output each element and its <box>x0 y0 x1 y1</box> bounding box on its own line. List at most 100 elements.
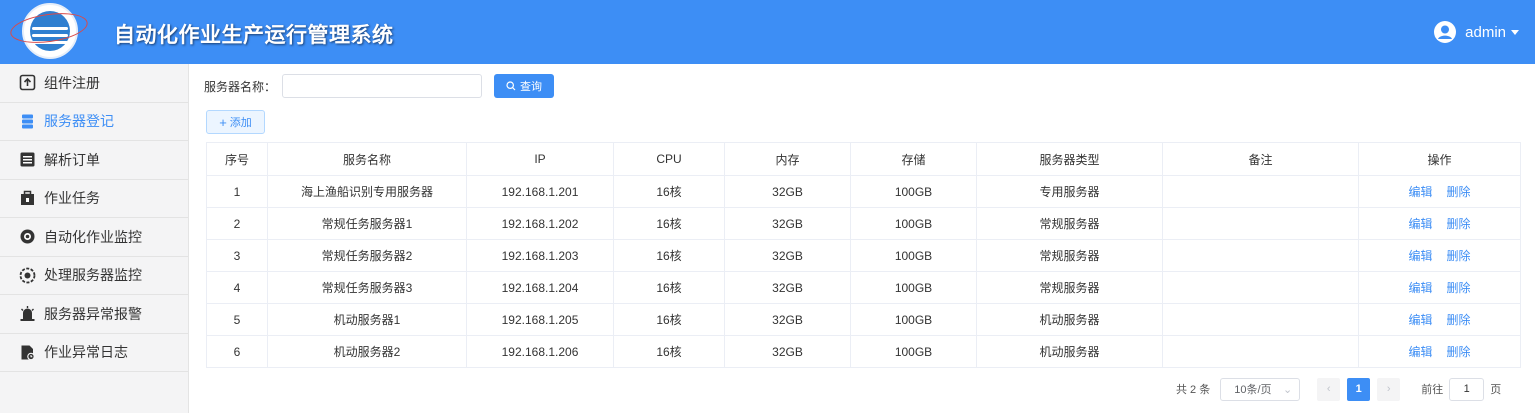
column-header: 序号 <box>206 142 268 176</box>
page-size-select[interactable]: 10条/页 ⌄ <box>1220 377 1301 401</box>
cell-index: 4 <box>206 271 268 304</box>
cell-service-name: 机动服务器2 <box>267 335 467 368</box>
cell-remark <box>1162 303 1359 336</box>
cell-server-type: 机动服务器 <box>976 303 1163 336</box>
page-number-current[interactable]: 1 <box>1347 377 1371 401</box>
delete-link[interactable]: 删除 <box>1447 185 1471 199</box>
sidebar-item-label: 作业异常日志 <box>44 344 128 361</box>
column-header: 存储 <box>850 142 977 176</box>
table-header-row: 序号 服务名称 IP CPU 内存 存储 服务器类型 备注 操作 <box>206 142 1521 176</box>
column-header: 服务名称 <box>267 142 467 176</box>
goto-label: 前往 <box>1421 384 1444 396</box>
cell-memory: 32GB <box>724 271 851 304</box>
cell-service-name: 常规任务服务器1 <box>267 207 467 240</box>
edit-link[interactable]: 编辑 <box>1408 281 1432 295</box>
cell-actions: 编辑 删除 <box>1358 271 1521 304</box>
query-button-label: 查询 <box>520 81 543 93</box>
sidebar-item-component-register[interactable]: 组件注册 <box>0 64 188 103</box>
user-menu[interactable]: admin <box>1434 20 1519 44</box>
cell-ip: 192.168.1.201 <box>466 175 614 208</box>
cell-index: 3 <box>206 239 268 272</box>
cell-cpu: 16核 <box>613 175 725 208</box>
cell-cpu: 16核 <box>613 239 725 272</box>
delete-link[interactable]: 删除 <box>1447 281 1471 295</box>
filter-bar: 服务器名称： 查询 <box>204 74 555 98</box>
cell-cpu: 16核 <box>613 271 725 304</box>
cell-ip: 192.168.1.206 <box>466 335 614 368</box>
add-button[interactable]: + 添加 <box>206 110 265 134</box>
cell-storage: 100GB <box>850 239 977 272</box>
column-header: 操作 <box>1358 142 1521 176</box>
cell-memory: 32GB <box>724 303 851 336</box>
sidebar-item-server-alarm[interactable]: 服务器异常报警 <box>0 295 188 334</box>
list-icon <box>19 151 36 168</box>
sidebar: 组件注册 服务器登记 解析订单 作业任务 自动化作业监控 处理服务器监控 服务器… <box>0 64 189 413</box>
cell-index: 1 <box>206 175 268 208</box>
sidebar-item-parse-order[interactable]: 解析订单 <box>0 141 188 180</box>
alarm-icon <box>19 305 36 322</box>
column-header: 服务器类型 <box>976 142 1163 176</box>
cell-server-type: 常规服务器 <box>976 207 1163 240</box>
cell-actions: 编辑 删除 <box>1358 239 1521 272</box>
edit-link[interactable]: 编辑 <box>1408 249 1432 263</box>
sidebar-item-label: 组件注册 <box>44 74 100 91</box>
cell-storage: 100GB <box>850 207 977 240</box>
sidebar-item-label: 服务器异常报警 <box>44 305 142 322</box>
query-button[interactable]: 查询 <box>494 74 555 98</box>
edit-link[interactable]: 编辑 <box>1408 345 1432 359</box>
total-count: 共 2 条 <box>1176 384 1211 396</box>
sidebar-item-label: 自动化作业监控 <box>44 228 142 245</box>
cell-remark <box>1162 335 1359 368</box>
page-size-value: 10条/页 <box>1234 384 1272 396</box>
cell-cpu: 16核 <box>613 303 725 336</box>
cell-service-name: 常规任务服务器3 <box>267 271 467 304</box>
cell-index: 5 <box>206 303 268 336</box>
cell-storage: 100GB <box>850 335 977 368</box>
sidebar-item-job-task[interactable]: 作业任务 <box>0 180 188 218</box>
table-row: 5 机动服务器1 192.168.1.205 16核 32GB 100GB 机动… <box>206 303 1521 336</box>
edit-link[interactable]: 编辑 <box>1408 185 1432 199</box>
plus-icon: + <box>219 114 227 130</box>
edit-link[interactable]: 编辑 <box>1408 217 1432 231</box>
gear-icon <box>19 267 36 284</box>
chevron-right-icon: › <box>1386 383 1391 395</box>
delete-link[interactable]: 删除 <box>1447 345 1471 359</box>
table-row: 2 常规任务服务器1 192.168.1.202 16核 32GB 100GB … <box>206 207 1521 240</box>
sidebar-item-server-monitor[interactable]: 处理服务器监控 <box>0 257 188 295</box>
top-header: 自动化作业生产运行管理系统 admin <box>0 0 1535 64</box>
delete-link[interactable]: 删除 <box>1447 313 1471 327</box>
prev-page-button[interactable]: ‹ <box>1317 377 1341 401</box>
delete-link[interactable]: 删除 <box>1447 217 1471 231</box>
cell-ip: 192.168.1.204 <box>466 271 614 304</box>
cell-server-type: 常规服务器 <box>976 239 1163 272</box>
cell-memory: 32GB <box>724 175 851 208</box>
cell-remark <box>1162 175 1359 208</box>
sidebar-item-server-register[interactable]: 服务器登记 <box>0 103 188 141</box>
cell-remark <box>1162 271 1359 304</box>
cell-service-name: 常规任务服务器2 <box>267 239 467 272</box>
cell-storage: 100GB <box>850 175 977 208</box>
cell-ip: 192.168.1.205 <box>466 303 614 336</box>
column-header: CPU <box>613 142 725 176</box>
cell-server-type: 常规服务器 <box>976 271 1163 304</box>
cell-memory: 32GB <box>724 207 851 240</box>
goto-page: 前往 1 页 <box>1421 377 1501 401</box>
cell-storage: 100GB <box>850 303 977 336</box>
table-row: 1 海上渔船识别专用服务器 192.168.1.201 16核 32GB 100… <box>206 175 1521 208</box>
column-header: 备注 <box>1162 142 1359 176</box>
cell-actions: 编辑 删除 <box>1358 303 1521 336</box>
chevron-left-icon: ‹ <box>1326 383 1331 395</box>
add-button-label: 添加 <box>229 117 252 129</box>
pagination: 共 2 条 10条/页 ⌄ ‹ 1 › 前往 1 页 <box>1176 377 1501 401</box>
server-name-label: 服务器名称： <box>204 79 277 94</box>
next-page-button[interactable]: › <box>1377 377 1401 401</box>
column-header: 内存 <box>724 142 851 176</box>
goto-page-input[interactable]: 1 <box>1449 377 1485 401</box>
sidebar-item-auto-monitor[interactable]: 自动化作业监控 <box>0 218 188 257</box>
sidebar-item-error-log[interactable]: 作业异常日志 <box>0 334 188 372</box>
user-name: admin <box>1465 23 1506 41</box>
delete-link[interactable]: 删除 <box>1447 249 1471 263</box>
cell-service-name: 海上渔船识别专用服务器 <box>267 175 467 208</box>
edit-link[interactable]: 编辑 <box>1408 313 1432 327</box>
server-name-input[interactable] <box>282 74 483 98</box>
